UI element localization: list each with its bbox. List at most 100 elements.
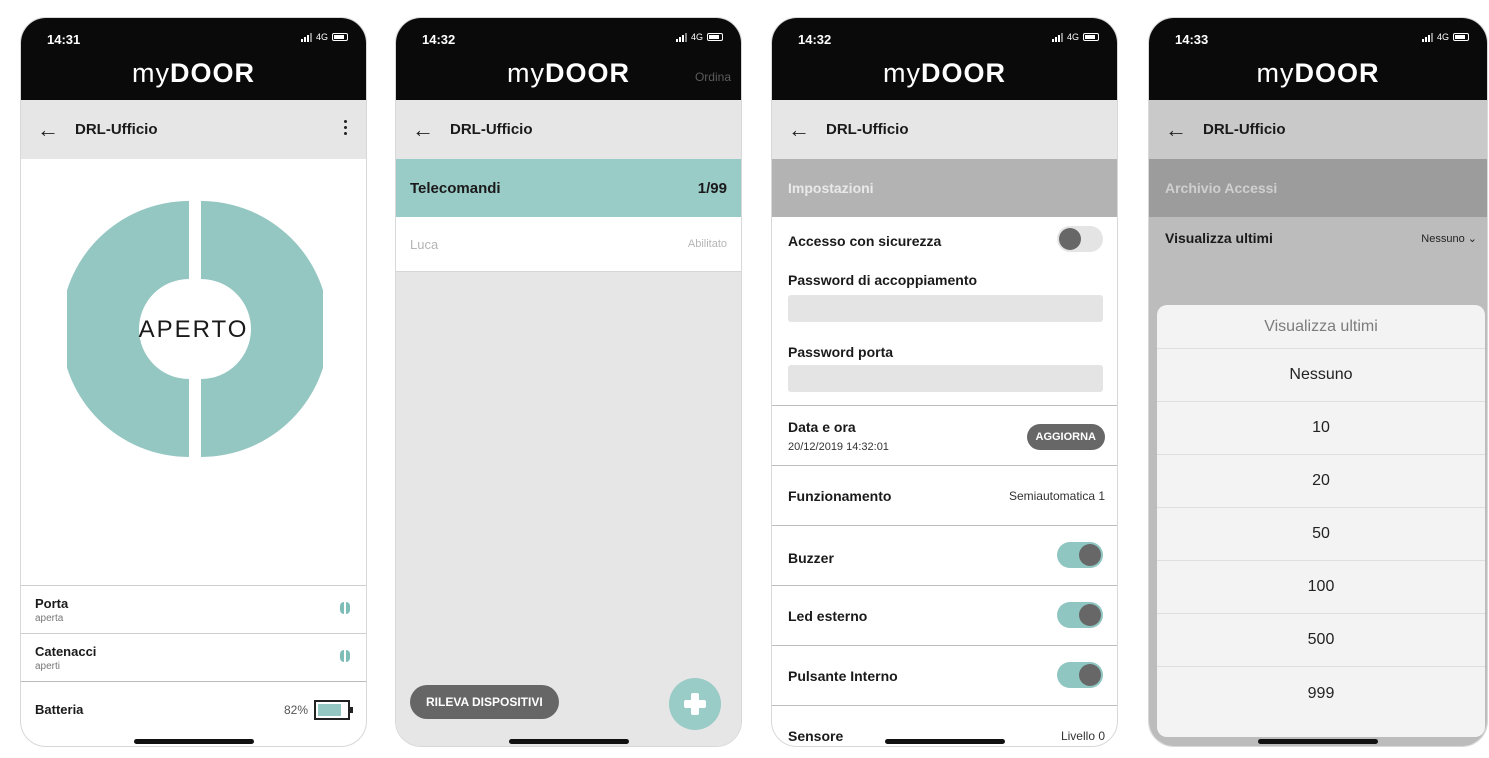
page-title: DRL-Ufficio (826, 121, 909, 138)
door-row-title: Porta (35, 596, 69, 611)
battery-row: Batteria 82% (21, 681, 366, 729)
bolts-row: Catenacci aperti (21, 633, 366, 681)
status-indicators: 4G (1051, 32, 1099, 42)
signal-icon (300, 32, 312, 42)
status-bar: 14:33 4G myDOOR (1149, 18, 1487, 100)
more-menu-icon[interactable] (344, 120, 348, 138)
nav-bar: ← DRL-Ufficio (396, 100, 741, 159)
picker-option[interactable]: 100 (1157, 561, 1485, 614)
internal-button-label: Pulsante Interno (788, 668, 898, 684)
clock: 14:31 (47, 32, 81, 47)
door-row-subtitle: aperta (35, 613, 64, 624)
order-button[interactable]: Ordina (695, 70, 731, 84)
back-arrow-icon[interactable]: ← (1165, 117, 1195, 143)
network-label: 4G (1436, 32, 1449, 42)
back-arrow-icon[interactable]: ← (412, 117, 442, 143)
divider (772, 525, 1117, 526)
door-password-label: Password porta (788, 344, 894, 360)
plus-icon (684, 693, 706, 715)
battery-icon (707, 33, 723, 41)
app-logo: myDOOR (1256, 58, 1380, 88)
back-arrow-icon[interactable]: ← (788, 117, 818, 143)
signal-icon (1421, 32, 1433, 42)
home-indicator[interactable] (133, 739, 254, 744)
app-logo: myDOOR (132, 58, 255, 88)
remote-status: Abilitato (687, 238, 727, 250)
picker-option[interactable]: 500 (1157, 614, 1485, 667)
datetime-value: 20/12/2019 14:32:01 (788, 441, 889, 453)
status-indicators: 4G (300, 32, 348, 42)
phone-screen-remotes: 14:32 4G myDOOR Ordina ← DRL-Ufficio Tel… (395, 17, 742, 747)
nav-bar: ← DRL-Ufficio (21, 100, 366, 159)
bolts-row-subtitle: aperti (35, 661, 61, 672)
network-label: 4G (315, 32, 328, 42)
view-last-row[interactable]: Visualizza ultimi Nessuno ⌄ (1149, 217, 1487, 259)
picker-option[interactable]: 999 (1157, 667, 1485, 720)
phone-screen-settings: 14:32 4G myDOOR ← DRL-Ufficio Impostazio… (771, 17, 1118, 747)
divider (772, 705, 1117, 706)
divider (772, 645, 1117, 646)
secure-access-toggle[interactable] (1057, 226, 1103, 252)
view-last-select[interactable]: Nessuno ⌄ (1421, 232, 1477, 245)
divider (772, 465, 1117, 466)
home-indicator[interactable] (1258, 739, 1378, 744)
page-title: DRL-Ufficio (450, 121, 533, 138)
picker-title: Visualizza ultimi (1157, 305, 1485, 349)
status-indicators: 4G (1421, 32, 1469, 42)
clock: 14:32 (422, 32, 456, 47)
picker-option[interactable]: 50 (1157, 508, 1485, 561)
phone-screen-status: 14:31 4G myDOOR ← DRL-Ufficio APERTO Por… (20, 17, 367, 747)
clock: 14:33 (1175, 32, 1209, 47)
mode-value[interactable]: Semiautomatica 1 (1009, 489, 1105, 503)
remotes-header: Telecomandi 1/99 (396, 159, 741, 217)
signal-icon (1051, 32, 1063, 42)
network-label: 4G (690, 32, 703, 42)
door-row: Porta aperta (21, 585, 366, 633)
door-state-label: APERTO (138, 316, 249, 343)
network-label: 4G (1066, 32, 1079, 42)
sensor-label: Sensore (788, 728, 844, 744)
picker-option[interactable]: Nessuno (1157, 349, 1485, 402)
phone-screen-access-log: 14:33 4G myDOOR ← DRL-Ufficio Archivio A… (1148, 17, 1488, 747)
remotes-count: 1/99 (697, 179, 727, 197)
view-last-picker: Visualizza ultimi Nessuno 10 20 50 100 5… (1157, 305, 1485, 737)
chevron-down-icon: ⌄ (1467, 232, 1477, 245)
list-item[interactable]: Luca Abilitato (396, 217, 741, 272)
pairing-password-label: Password di accoppiamento (788, 272, 978, 288)
battery-icon (332, 33, 348, 41)
divider (772, 405, 1117, 406)
add-device-button[interactable] (669, 678, 721, 730)
battery-percent: 82% (283, 703, 308, 717)
remotes-title: Telecomandi (410, 179, 501, 197)
led-toggle[interactable] (1057, 602, 1103, 628)
battery-icon (1083, 33, 1099, 41)
door-open-icon (340, 602, 350, 614)
clock: 14:32 (798, 32, 832, 47)
led-label: Led esterno (788, 608, 868, 624)
sensor-value[interactable]: Livello 0 (1061, 729, 1105, 743)
app-logo: myDOOR (507, 58, 630, 88)
divider (772, 585, 1117, 586)
page-title: DRL-Ufficio (75, 121, 158, 138)
status-bar: 14:31 4G myDOOR (21, 18, 366, 100)
status-bar: 14:32 4G myDOOR (772, 18, 1117, 100)
home-indicator[interactable] (508, 739, 629, 744)
picker-option[interactable]: 20 (1157, 455, 1485, 508)
status-indicators: 4G (675, 32, 723, 42)
back-arrow-icon[interactable]: ← (37, 117, 67, 143)
nav-bar: ← DRL-Ufficio (772, 100, 1117, 159)
battery-level-icon (314, 700, 353, 720)
bolts-open-icon (340, 650, 350, 662)
update-datetime-button[interactable]: AGGIORNA (1026, 424, 1105, 450)
buzzer-toggle[interactable] (1057, 542, 1103, 568)
internal-button-toggle[interactable] (1057, 662, 1103, 688)
home-indicator[interactable] (884, 739, 1005, 744)
mode-label: Funzionamento (788, 488, 892, 504)
page-title: DRL-Ufficio (1203, 121, 1286, 138)
detect-devices-button[interactable]: RILEVA DISPOSITIVI (410, 685, 559, 719)
pairing-password-field[interactable] (788, 295, 1103, 322)
picker-option[interactable]: 10 (1157, 402, 1485, 455)
secure-access-label: Accesso con sicurezza (788, 233, 942, 249)
door-password-field[interactable] (788, 365, 1103, 392)
battery-icon (1453, 33, 1469, 41)
